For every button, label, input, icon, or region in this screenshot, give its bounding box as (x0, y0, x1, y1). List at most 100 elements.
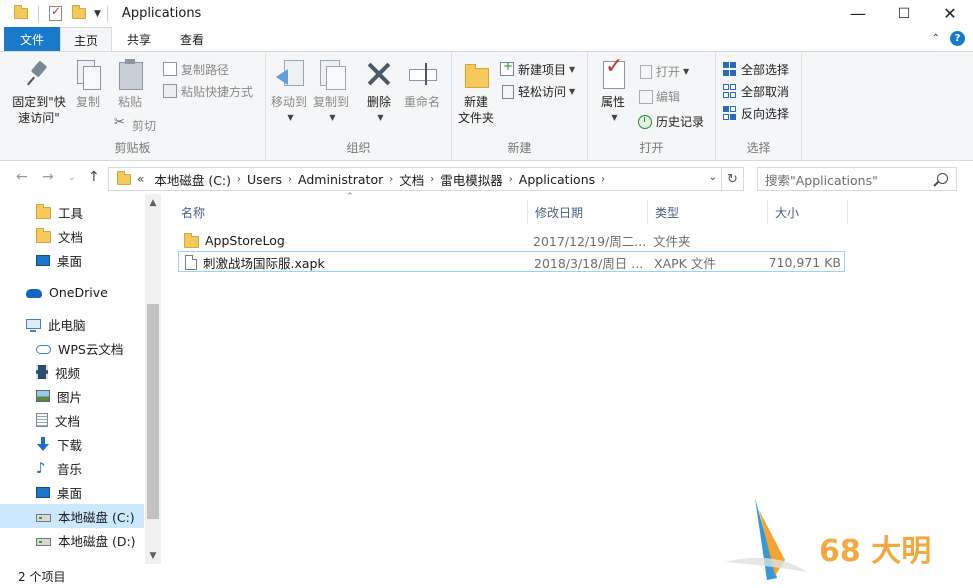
breadcrumb-item[interactable]: 雷电模拟器 (440, 170, 503, 189)
close-button[interactable]: ✕ (927, 0, 973, 27)
column-header-size[interactable]: 大小 (768, 200, 848, 224)
title-bar: ▼ Applications — ☐ ✕ (0, 0, 973, 27)
edit-button[interactable]: 编辑 (638, 86, 680, 106)
search-icon[interactable] (937, 173, 948, 184)
nav-item[interactable]: 工具 (0, 200, 144, 224)
nav-item[interactable]: 桌面 (0, 480, 144, 504)
maximize-button[interactable]: ☐ (881, 0, 927, 27)
rename-button[interactable]: 重命名 (402, 58, 442, 110)
nav-item[interactable]: 视频 (0, 360, 144, 384)
delete-button[interactable]: 删除 ▼ (364, 58, 394, 126)
nav-item[interactable]: 此电脑 (0, 312, 144, 336)
select-none-icon (723, 84, 737, 98)
scroll-thumb[interactable] (147, 304, 159, 519)
history-button[interactable]: 历史记录 (638, 111, 704, 131)
chevron-right-icon[interactable]: › (288, 174, 292, 185)
select-all-button[interactable]: 全部选择 (723, 59, 789, 79)
refresh-button[interactable]: ↻ (722, 167, 744, 191)
chevron-right-icon[interactable]: › (389, 174, 393, 185)
nav-item[interactable]: WPS云文档 (0, 336, 144, 360)
folder-icon[interactable] (14, 5, 28, 19)
breadcrumb-item[interactable]: Users (247, 172, 282, 187)
copy-path-button[interactable]: 复制路径 (163, 59, 229, 79)
move-to-icon (274, 58, 304, 90)
item-count: 2 个项目 (18, 569, 66, 584)
drive-icon (36, 538, 51, 546)
move-to-button[interactable]: 移动到 ▼ (270, 58, 308, 126)
clipboard-group: 固定到"快速访问" 复制 粘贴 复制路径 粘贴快捷方式 剪切 剪贴板 (0, 52, 266, 160)
onedrive-icon (26, 289, 42, 298)
paste-button[interactable]: 粘贴 (115, 58, 145, 110)
open-button[interactable]: 打开 ▼ (638, 61, 689, 81)
nav-item[interactable]: 本地磁盘 (C:) (0, 504, 144, 528)
nav-item[interactable]: 本地磁盘 (D:) (0, 528, 144, 552)
chevron-down-icon: ▼ (287, 113, 294, 122)
file-modified: 2018/3/18/周日 ... (534, 256, 644, 271)
nav-item[interactable]: 文档 (0, 224, 144, 248)
window-title: Applications (121, 6, 202, 21)
minimize-button[interactable]: — (835, 0, 881, 27)
select-none-button[interactable]: 全部取消 (723, 81, 789, 101)
properties-icon[interactable] (49, 4, 62, 21)
column-header-modified[interactable]: 修改日期 (528, 200, 648, 224)
help-icon[interactable]: ? (950, 31, 965, 46)
tab-file[interactable]: 文件 (4, 27, 60, 51)
scroll-up-button[interactable]: ▲ (145, 194, 161, 211)
paste-icon (115, 58, 145, 90)
up-button[interactable]: ↑ (88, 169, 100, 185)
tab-share[interactable]: 共享 (115, 27, 163, 51)
tab-home[interactable]: 主页 (60, 27, 112, 52)
download-icon (36, 437, 50, 451)
table-row[interactable]: AppStoreLog 2017/12/19/周二... 文件夹 (178, 230, 845, 251)
edit-icon (638, 89, 653, 104)
customize-quick-access-button[interactable]: ▼ (94, 9, 101, 19)
search-input[interactable]: 搜索"Applications" (757, 167, 957, 191)
copy-to-button[interactable]: 复制到 ▼ (312, 58, 350, 126)
forward-button[interactable]: → (42, 169, 54, 185)
cut-button[interactable]: 剪切 (114, 115, 156, 135)
nav-item[interactable]: 下载 (0, 432, 144, 456)
chevron-down-icon: ▼ (377, 113, 384, 122)
pin-quick-access-button[interactable]: 固定到"快速访问" (8, 58, 70, 126)
breadcrumb-item[interactable]: 本地磁盘 (C:) (154, 170, 231, 189)
chevron-right-icon[interactable]: › (601, 174, 605, 185)
paste-shortcut-button[interactable]: 粘贴快捷方式 (163, 81, 253, 101)
easy-access-button[interactable]: 轻松访问 ▼ (500, 81, 575, 101)
breadcrumb-item[interactable]: 文档 (399, 170, 424, 189)
address-bar[interactable]: « 本地磁盘 (C:) › Users › Administrator › 文档 › 雷… (108, 167, 722, 191)
nav-item[interactable]: OneDrive (0, 280, 144, 304)
nav-item[interactable]: 桌面 (0, 248, 144, 272)
tab-view[interactable]: 查看 (166, 27, 218, 51)
column-header-name[interactable]: 名称 (174, 200, 528, 224)
chevron-right-icon[interactable]: › (509, 174, 513, 185)
chevron-right-icon[interactable]: › (237, 174, 241, 185)
nav-item-label: 桌面 (57, 253, 83, 269)
nav-item[interactable]: 图片 (0, 384, 144, 408)
table-row[interactable]: 刺激战场国际服.xapk 2018/3/18/周日 ... XAPK 文件 710,9… (178, 251, 845, 272)
new-folder-button[interactable]: 新建 文件夹 (456, 58, 496, 126)
collapse-ribbon-icon[interactable]: ⌃ (932, 33, 940, 44)
group-label: 新建 (507, 141, 532, 155)
breadcrumb-item[interactable]: Administrator (298, 172, 383, 187)
chevron-right-icon[interactable]: › (430, 174, 434, 185)
address-history-button[interactable]: ⌄ (709, 172, 717, 183)
recent-locations-button[interactable]: ⌄ (68, 173, 76, 183)
invert-selection-button[interactable]: 反向选择 (723, 103, 789, 123)
nav-item[interactable]: ♪ 音乐 (0, 456, 144, 480)
back-button[interactable]: ← (16, 169, 28, 185)
new-item-button[interactable]: 新建项目 ▼ (500, 59, 575, 79)
new-folder-icon[interactable] (72, 5, 86, 19)
address-overflow[interactable]: « (137, 172, 144, 186)
nav-item[interactable]: 文档 (0, 408, 144, 432)
file-size (763, 230, 840, 251)
folder-icon (36, 204, 51, 219)
breadcrumb-item[interactable]: Applications (519, 172, 595, 187)
rename-icon (407, 58, 437, 90)
nav-scrollbar[interactable]: ▲ ▼ (145, 194, 161, 564)
copy-button[interactable]: 复制 (73, 58, 103, 110)
scroll-down-button[interactable]: ▼ (145, 547, 161, 564)
file-type: XAPK 文件 (654, 256, 716, 271)
watermark-text: 68 大明 (819, 534, 932, 569)
column-header-type[interactable]: 类型 (648, 200, 768, 224)
properties-button[interactable]: 属性 ▼ (596, 58, 630, 126)
